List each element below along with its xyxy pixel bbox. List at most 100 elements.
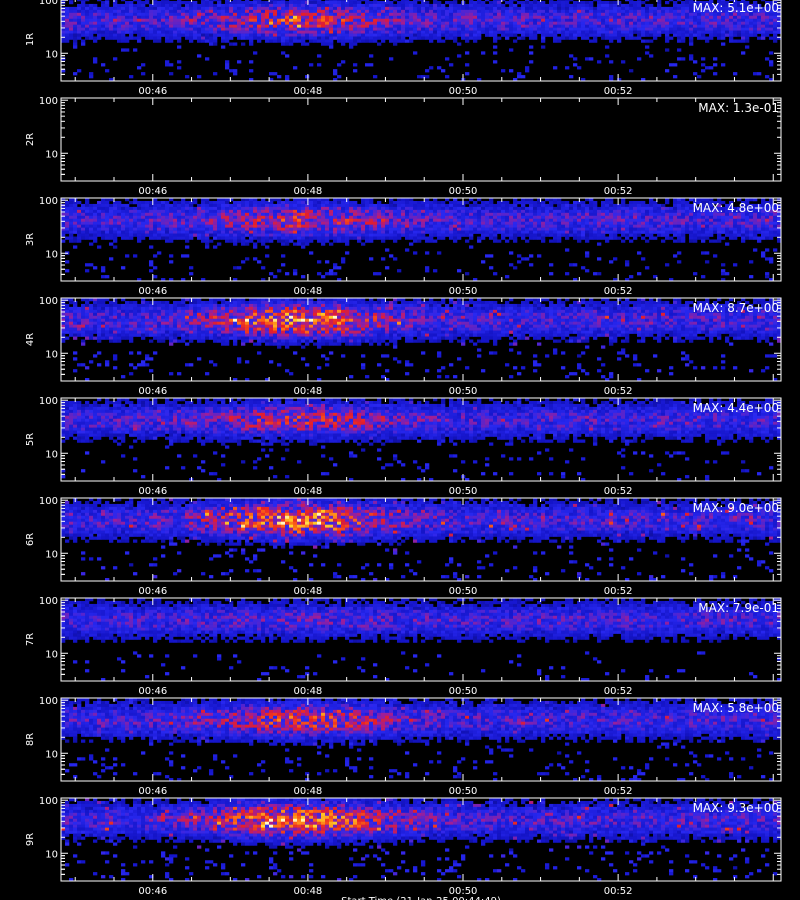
heatmap-cell — [169, 230, 174, 234]
heatmap-cell — [209, 206, 214, 211]
heatmap-cell — [617, 21, 622, 25]
heatmap-cell — [153, 30, 158, 34]
heatmap-cell — [445, 215, 450, 220]
heatmap-cell — [425, 36, 430, 40]
heatmap-cell — [645, 212, 650, 217]
heatmap-cell — [693, 24, 698, 28]
heatmap-cell — [73, 239, 78, 243]
heatmap-cell — [577, 230, 582, 234]
heatmap-cell — [113, 233, 118, 237]
heatmap-cell — [521, 206, 526, 211]
heatmap-cell — [645, 6, 650, 11]
heatmap-cell — [157, 0, 162, 5]
heatmap-cell — [177, 6, 182, 11]
heatmap-cell — [493, 18, 498, 23]
heatmap-cell — [437, 3, 442, 8]
heatmap-cell — [333, 18, 338, 23]
heatmap-cell — [533, 215, 538, 220]
heatmap-cell — [729, 27, 734, 31]
heatmap-cell — [613, 30, 618, 34]
heatmap-cell — [565, 203, 570, 208]
heatmap-cell — [257, 21, 262, 25]
heatmap-cell — [541, 206, 546, 211]
heatmap-cell — [261, 0, 266, 5]
heatmap-cell — [181, 227, 186, 231]
heatmap-cell — [673, 218, 678, 223]
heatmap-cell — [417, 9, 422, 14]
heatmap-cell — [313, 36, 318, 40]
heatmap-cell — [133, 9, 138, 14]
heatmap-cell — [497, 218, 502, 223]
heatmap-cell — [205, 39, 210, 43]
heatmap-cell — [569, 6, 574, 11]
heatmap-cell — [573, 21, 578, 25]
heatmap-cell — [393, 221, 398, 225]
heatmap-cell — [145, 21, 150, 25]
heatmap-cell — [465, 18, 470, 23]
heatmap-cell — [409, 3, 414, 8]
heatmap-cell — [329, 36, 334, 40]
heatmap-cell — [557, 24, 562, 28]
heatmap-cell — [705, 66, 710, 70]
heatmap-cell — [769, 224, 774, 228]
heatmap-cell — [257, 3, 262, 8]
heatmap-cell — [349, 42, 354, 46]
heatmap-cell — [193, 27, 198, 31]
heatmap-cell — [441, 227, 446, 231]
heatmap-cell — [341, 236, 346, 240]
heatmap-cell — [141, 203, 146, 208]
heatmap-cell — [573, 206, 578, 211]
heatmap-cell — [685, 3, 690, 8]
heatmap-cell — [165, 200, 170, 205]
heatmap-cell — [109, 24, 114, 28]
heatmap-cell — [85, 212, 90, 217]
heatmap-cell — [109, 227, 114, 231]
heatmap-cell — [465, 233, 470, 237]
heatmap-cell — [185, 18, 190, 23]
heatmap-cell — [297, 0, 302, 5]
heatmap-cell — [773, 21, 778, 25]
heatmap-cell — [741, 30, 746, 34]
heatmap-cell — [589, 203, 594, 208]
heatmap-cell — [569, 9, 574, 14]
heatmap-cell — [365, 206, 370, 211]
heatmap-cell — [105, 33, 110, 37]
heatmap-cell — [609, 227, 614, 231]
heatmap-cell — [333, 233, 338, 237]
heatmap-cell — [105, 30, 110, 34]
heatmap-cell — [713, 227, 718, 231]
heatmap-cell — [369, 212, 374, 217]
heatmap-cell — [245, 233, 250, 237]
heatmap-cell — [517, 18, 522, 23]
heatmap-cell — [549, 221, 554, 225]
heatmap-cell — [365, 12, 370, 17]
heatmap-cell — [613, 233, 618, 237]
heatmap-cell — [333, 72, 338, 76]
heatmap-cell — [713, 72, 718, 76]
heatmap-cell — [73, 6, 78, 11]
heatmap-cell — [769, 21, 774, 25]
heatmap-cell — [497, 27, 502, 31]
heatmap-cell — [569, 206, 574, 211]
heatmap-cell — [157, 230, 162, 234]
heatmap-cell — [73, 9, 78, 14]
heatmap-cell — [685, 33, 690, 37]
heatmap-cell — [401, 230, 406, 234]
heatmap-cell — [313, 6, 318, 11]
heatmap-cell — [245, 12, 250, 17]
heatmap-cell — [645, 21, 650, 25]
heatmap-cell — [309, 221, 314, 225]
heatmap-cell — [613, 218, 618, 223]
heatmap-cell — [653, 230, 658, 234]
heatmap-cell — [661, 27, 666, 31]
heatmap-cell — [569, 0, 574, 2]
heatmap-cell — [125, 221, 130, 225]
heatmap-cell — [253, 221, 258, 225]
heatmap-cell — [509, 224, 514, 228]
heatmap-cell — [145, 206, 150, 211]
heatmap-cell — [177, 0, 182, 5]
heatmap-cell — [249, 224, 254, 228]
heatmap-cell — [605, 0, 610, 5]
heatmap-cell — [681, 27, 686, 31]
heatmap-cell — [69, 27, 74, 31]
